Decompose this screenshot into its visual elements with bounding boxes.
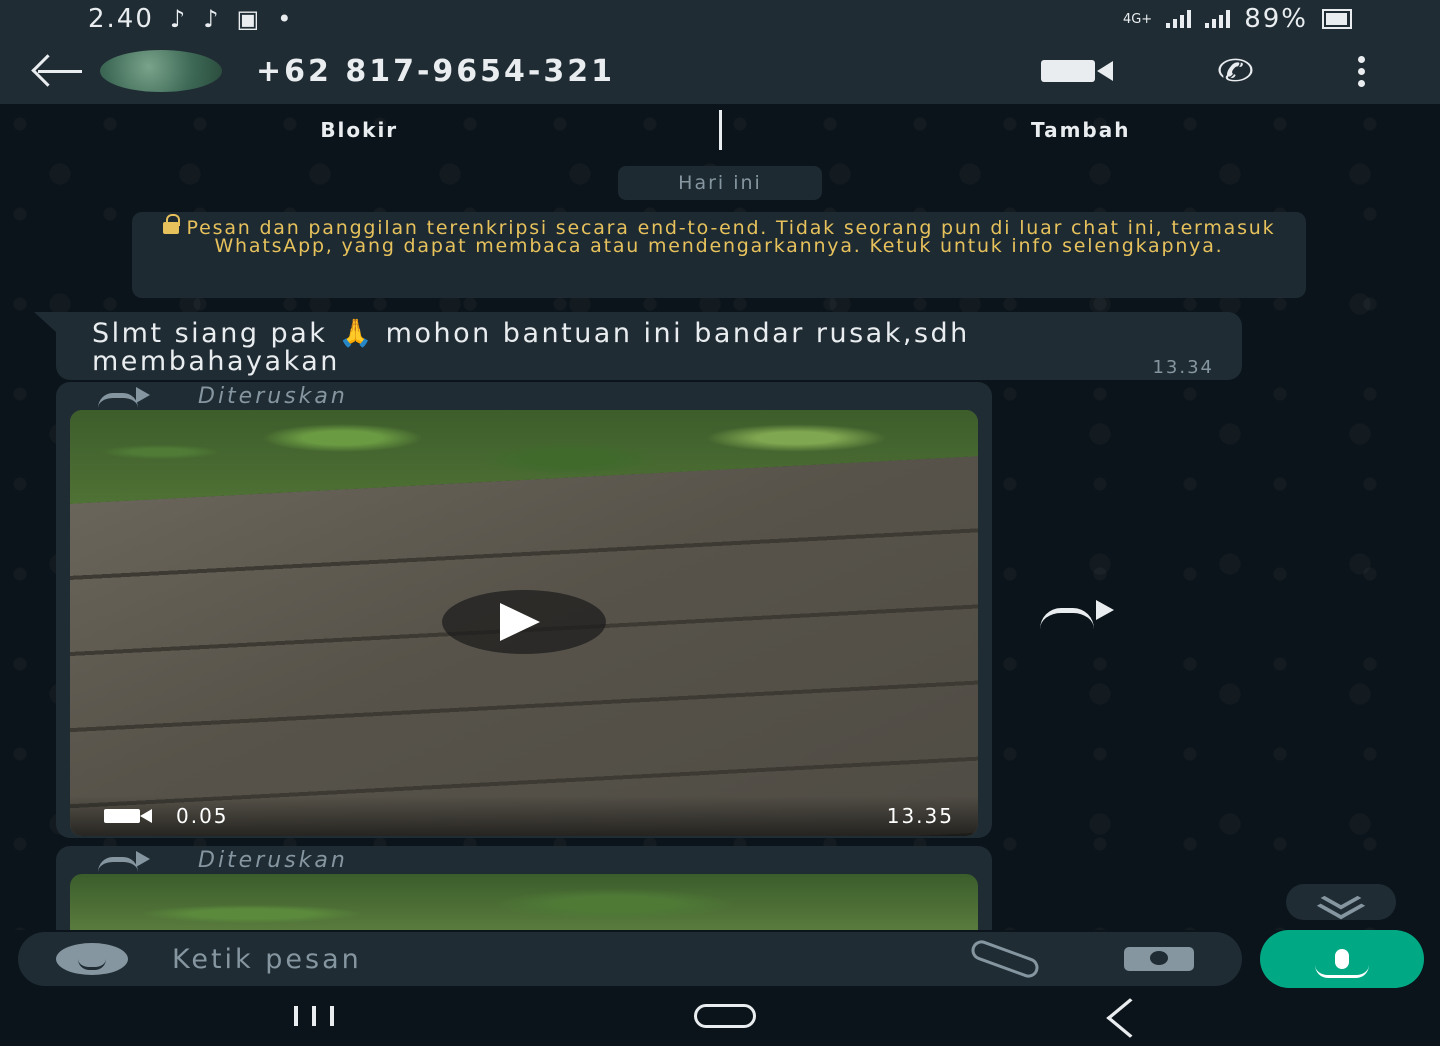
block-button[interactable]: Blokir bbox=[0, 118, 719, 142]
video-duration: 0.05 bbox=[176, 804, 229, 828]
avatar[interactable] bbox=[100, 50, 222, 92]
contact-name[interactable]: +62 817-9654-321 bbox=[256, 54, 615, 89]
voice-message-button[interactable] bbox=[1260, 930, 1424, 988]
network-type: 4G+ bbox=[1122, 11, 1153, 27]
forwarded-text: Diteruskan bbox=[198, 383, 348, 409]
video-meta: 0.05 13.35 bbox=[70, 796, 978, 836]
video-thumbnail[interactable]: 0.05 13.35 bbox=[70, 410, 978, 836]
forwarded-label: Diteruskan bbox=[70, 846, 978, 874]
tiktok-icon: ♪ bbox=[203, 5, 221, 33]
add-contact-button[interactable]: Tambah bbox=[722, 118, 1440, 142]
status-bar: 2.40 ♪ ♪ ▣ • 4G+ 89% bbox=[0, 0, 1440, 38]
status-time: 2.40 bbox=[88, 4, 154, 34]
encryption-notice-text: Pesan dan panggilan terenkripsi secara e… bbox=[186, 217, 1276, 257]
date-chip: Hari ini bbox=[618, 166, 822, 200]
recent-apps-icon[interactable] bbox=[294, 1006, 352, 1026]
scroll-to-bottom-button[interactable] bbox=[1286, 884, 1396, 920]
phone-icon[interactable]: ✆ bbox=[1217, 54, 1255, 89]
video-call-icon[interactable] bbox=[1040, 58, 1113, 84]
back-icon[interactable] bbox=[1106, 998, 1154, 1038]
chat-header: +62 817-9654-321 ✆ bbox=[0, 38, 1440, 104]
lock-icon bbox=[162, 214, 180, 234]
signal-icon bbox=[1166, 10, 1192, 28]
forward-icon bbox=[98, 851, 154, 869]
mic-icon bbox=[1315, 949, 1369, 978]
video-message-bubble[interactable]: Diteruskan 0.05 13.35 bbox=[56, 382, 992, 838]
more-vert-icon[interactable] bbox=[1358, 55, 1366, 87]
unknown-contact-actions: Blokir Tambah bbox=[0, 104, 1440, 156]
signal-icon bbox=[1205, 10, 1231, 28]
tiktok-icon: ♪ bbox=[169, 5, 188, 33]
gallery-icon: ▣ bbox=[236, 5, 262, 33]
attach-icon[interactable] bbox=[968, 937, 1042, 981]
chat-area[interactable]: Blokir Tambah Hari ini Pesan dan panggil… bbox=[0, 104, 1440, 930]
dot-icon: • bbox=[277, 5, 294, 33]
emoji-icon[interactable] bbox=[56, 943, 128, 975]
composer bbox=[18, 932, 1242, 986]
back-arrow-icon[interactable] bbox=[30, 51, 86, 91]
forward-icon bbox=[98, 387, 154, 405]
battery-percent: 89% bbox=[1244, 4, 1308, 34]
forwarded-text: Diteruskan bbox=[198, 847, 348, 873]
camera-icon[interactable] bbox=[1124, 947, 1194, 971]
android-nav-bar bbox=[0, 988, 1440, 1046]
message-time: 13.34 bbox=[1152, 357, 1214, 378]
battery-icon bbox=[1322, 9, 1352, 29]
message-input[interactable] bbox=[172, 943, 970, 975]
play-icon[interactable] bbox=[442, 590, 606, 654]
double-chevron-down-icon bbox=[1320, 886, 1362, 910]
input-bar bbox=[0, 930, 1440, 988]
message-bubble[interactable]: Slmt siang pak 🙏 mohon bantuan ini banda… bbox=[34, 312, 1242, 380]
forward-share-icon[interactable] bbox=[1040, 600, 1114, 626]
video-camera-icon bbox=[104, 809, 152, 823]
video-thumbnail[interactable] bbox=[70, 874, 978, 930]
message-time: 13.35 bbox=[886, 804, 954, 828]
forwarded-label: Diteruskan bbox=[70, 382, 978, 410]
home-icon[interactable] bbox=[694, 1004, 756, 1028]
video-message-bubble[interactable]: Diteruskan bbox=[56, 846, 992, 930]
encryption-notice[interactable]: Pesan dan panggilan terenkripsi secara e… bbox=[132, 212, 1306, 298]
message-text: Slmt siang pak 🙏 mohon bantuan ini banda… bbox=[92, 318, 970, 377]
